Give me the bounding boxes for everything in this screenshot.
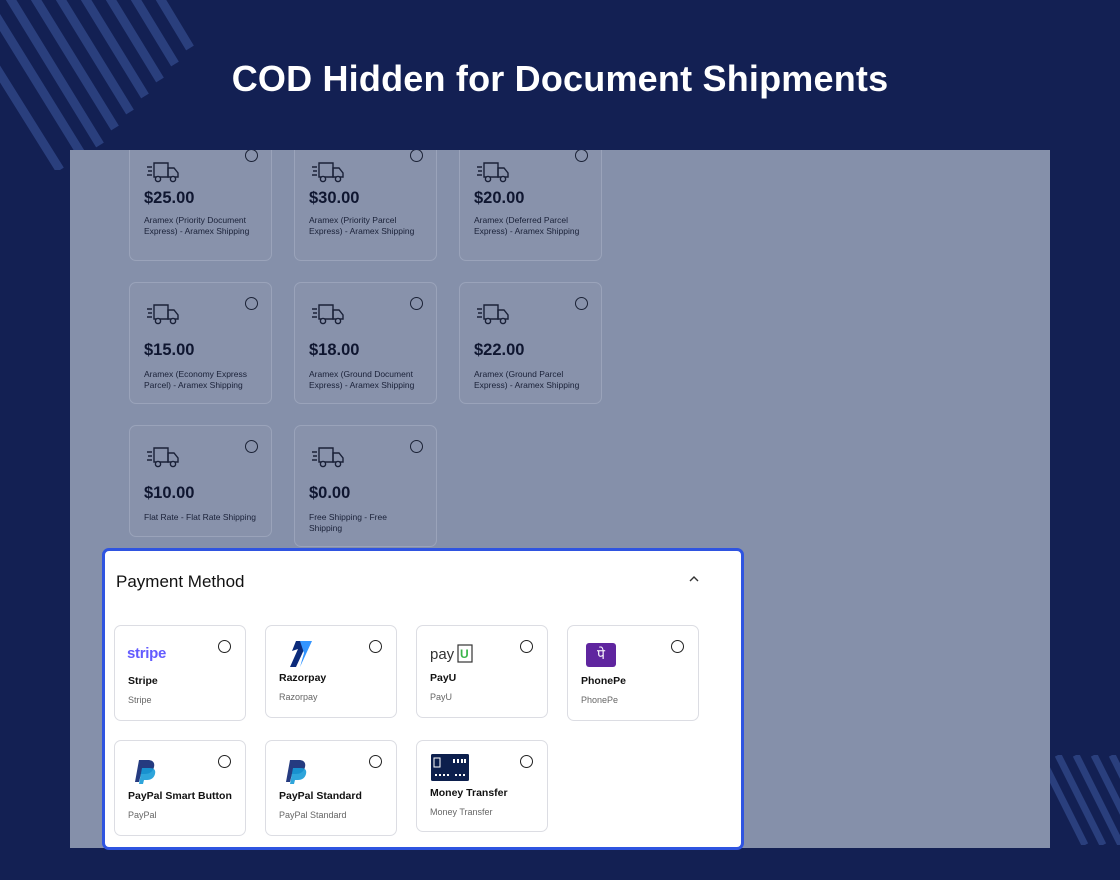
shipping-option[interactable]: $10.00 Flat Rate - Flat Rate Shipping bbox=[129, 425, 272, 537]
radio-button[interactable] bbox=[520, 640, 533, 653]
shipping-label: Free Shipping - Free Shipping bbox=[309, 512, 387, 533]
shipping-price: $15.00 bbox=[144, 341, 195, 359]
payment-subtitle: Money Transfer bbox=[430, 807, 493, 817]
shipping-label: Aramex (Priority Document Express) - Ara… bbox=[144, 215, 250, 236]
shipping-option[interactable]: $22.00 Aramex (Ground Parcel Express) - … bbox=[459, 282, 602, 404]
payment-option-money-transfer[interactable]: Money Transfer Money Transfer bbox=[416, 740, 548, 832]
payment-option-payu[interactable]: pay U PayU PayU bbox=[416, 625, 548, 718]
radio-button[interactable] bbox=[671, 640, 684, 653]
truck-icon bbox=[312, 304, 344, 325]
payment-option-phonepe[interactable]: पे PhonePe PhonePe bbox=[567, 625, 699, 721]
paypal-logo-icon bbox=[135, 760, 156, 784]
payment-subtitle: PayPal Standard bbox=[279, 810, 347, 820]
payment-option-paypal-standard[interactable]: PayPal Standard PayPal Standard bbox=[265, 740, 397, 836]
shipping-price: $20.00 bbox=[474, 189, 525, 207]
hero-title: COD Hidden for Document Shipments bbox=[231, 58, 889, 99]
payment-name: Razorpay bbox=[279, 672, 327, 684]
shipping-option[interactable]: $30.00 Aramex (Priority Parcel Express) … bbox=[294, 150, 437, 261]
shipping-label: Aramex (Economy Express Parcel) - Aramex… bbox=[144, 369, 247, 390]
radio-button[interactable] bbox=[245, 297, 258, 310]
payment-name: Money Transfer bbox=[430, 787, 508, 799]
shipping-option[interactable]: $0.00 Free Shipping - Free Shipping bbox=[294, 425, 437, 547]
truck-icon bbox=[312, 162, 344, 183]
truck-icon bbox=[477, 304, 509, 325]
shipping-price: $18.00 bbox=[309, 341, 360, 359]
shipping-price: $0.00 bbox=[309, 484, 351, 502]
radio-button[interactable] bbox=[218, 755, 231, 768]
decorative-stripes-bottom bbox=[1040, 755, 1120, 845]
shipping-option[interactable]: $25.00 Aramex (Priority Document Express… bbox=[129, 150, 272, 261]
payment-name: PayU bbox=[430, 672, 457, 684]
shipping-option[interactable]: $15.00 Aramex (Economy Express Parcel) -… bbox=[129, 282, 272, 404]
shipping-label: Aramex (Ground Parcel Express) - Aramex … bbox=[474, 369, 580, 390]
truck-icon bbox=[477, 162, 509, 183]
radio-button[interactable] bbox=[410, 297, 423, 310]
radio-button[interactable] bbox=[575, 297, 588, 310]
radio-button[interactable] bbox=[218, 640, 231, 653]
radio-button[interactable] bbox=[575, 150, 588, 162]
shipping-option[interactable]: $20.00 Aramex (Deferred Parcel Express) … bbox=[459, 150, 602, 261]
stripe-logo-icon: stripe bbox=[127, 645, 167, 662]
shipping-price: $30.00 bbox=[309, 189, 360, 207]
payment-subtitle: PayPal bbox=[128, 810, 157, 820]
phonepe-logo-icon: पे bbox=[586, 643, 616, 667]
radio-button[interactable] bbox=[369, 755, 382, 768]
shipping-price: $10.00 bbox=[144, 484, 195, 502]
truck-icon bbox=[147, 304, 179, 325]
radio-button[interactable] bbox=[245, 440, 258, 453]
shipping-option[interactable]: $18.00 Aramex (Ground Document Express) … bbox=[294, 282, 437, 404]
radio-button[interactable] bbox=[410, 150, 423, 162]
svg-text:U: U bbox=[460, 647, 469, 661]
panel-title: Payment Method bbox=[116, 572, 245, 591]
payment-subtitle: PayU bbox=[430, 692, 453, 702]
payment-name: PayPal Standard bbox=[279, 790, 362, 802]
radio-button[interactable] bbox=[520, 755, 533, 768]
shipping-price: $22.00 bbox=[474, 341, 525, 359]
payment-option-stripe[interactable]: stripe Stripe Stripe bbox=[114, 625, 246, 721]
shipping-label: Aramex (Priority Parcel Express) - Arame… bbox=[309, 215, 415, 236]
payment-option-paypal-smart[interactable]: PayPal Smart Button PayPal bbox=[114, 740, 246, 836]
payment-name: Stripe bbox=[128, 675, 158, 687]
truck-icon bbox=[147, 447, 179, 468]
radio-button[interactable] bbox=[410, 440, 423, 453]
shipping-price: $25.00 bbox=[144, 189, 195, 207]
shipping-label: Flat Rate - Flat Rate Shipping bbox=[144, 512, 256, 522]
payment-name: PayPal Smart Button bbox=[128, 790, 232, 802]
chevron-up-icon[interactable] bbox=[688, 573, 700, 585]
razorpay-logo-icon bbox=[290, 641, 312, 667]
payment-subtitle: Razorpay bbox=[279, 692, 318, 702]
shipping-label: Aramex (Ground Document Express) - Arame… bbox=[309, 369, 415, 390]
truck-icon bbox=[147, 162, 179, 183]
bank-card-icon bbox=[431, 754, 469, 781]
paypal-logo-icon bbox=[286, 760, 307, 784]
svg-text:pay: pay bbox=[430, 646, 455, 663]
payment-name: PhonePe bbox=[581, 675, 626, 687]
truck-icon bbox=[312, 447, 344, 468]
payu-logo-icon: pay U bbox=[430, 643, 480, 665]
radio-button[interactable] bbox=[369, 640, 382, 653]
payment-subtitle: PhonePe bbox=[581, 695, 619, 705]
radio-button[interactable] bbox=[245, 150, 258, 162]
payment-option-razorpay[interactable]: Razorpay Razorpay bbox=[265, 625, 397, 718]
payment-method-panel: Payment Method stripe Stripe Stripe Razo… bbox=[102, 548, 744, 850]
payment-subtitle: Stripe bbox=[128, 695, 152, 705]
shipping-label: Aramex (Deferred Parcel Express) - Arame… bbox=[474, 215, 580, 236]
